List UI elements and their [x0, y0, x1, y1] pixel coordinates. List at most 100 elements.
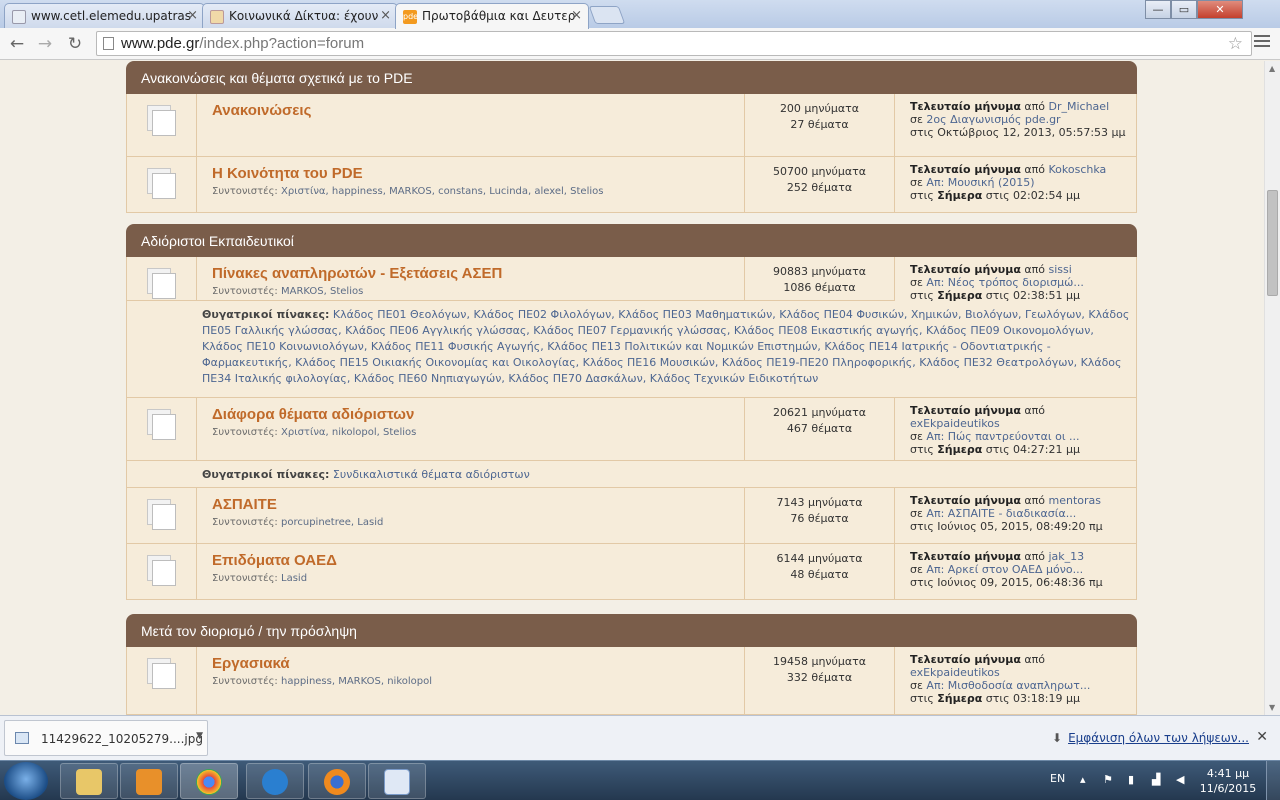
board-title-cell: Εργασιακά Συντονιστές: happiness, MARKOS…: [197, 647, 744, 687]
tab-social-networks[interactable]: Κοινωνικά Δίκτυα: έχουν ×: [202, 3, 398, 28]
board-link[interactable]: Διάφορα θέματα αδιόριστων: [212, 406, 744, 423]
last-post-topic[interactable]: 2ος Διαγωνισμός pde.gr: [926, 113, 1060, 126]
board-title-cell: Διάφορα θέματα αδιόριστων Συντονιστές: Χ…: [197, 398, 744, 438]
child-boards: Θυγατρικοί πίνακες: Κλάδος ΠΕ01 Θεολόγων…: [126, 301, 1137, 398]
child-board-links[interactable]: Κλάδος ΠΕ01 Θεολόγων, Κλάδος ΠΕ02 Φιλολό…: [202, 308, 1129, 385]
board-title-cell: Επιδόματα ΟΑΕΔ Συντονιστές: Lasid: [197, 544, 744, 584]
category-after-appointment: Μετά τον διορισμό / την πρόσληψη Εργασια…: [126, 614, 1137, 715]
show-all-downloads-link[interactable]: ⬇ Εμφάνιση όλων των λήψεων...: [1052, 731, 1249, 745]
tab-cetl[interactable]: www.cetl.elemedu.upatras ×: [4, 3, 205, 28]
in-label: σε: [910, 430, 923, 443]
last-post-topic[interactable]: Απ: Πώς παντρεύονται οι ...: [926, 430, 1079, 443]
at-label: στις: [910, 189, 934, 202]
battery-icon[interactable]: ▮: [1128, 773, 1140, 786]
scroll-down-icon[interactable]: ▼: [1269, 703, 1275, 712]
in-label: σε: [910, 563, 923, 576]
board-link[interactable]: ΑΣΠΑΙΤΕ: [212, 496, 744, 513]
signal-icon[interactable]: ▟: [1152, 773, 1164, 786]
scroll-up-icon[interactable]: ▲: [1269, 64, 1275, 73]
moderator-names[interactable]: MARKOS, Stelios: [281, 286, 363, 297]
last-post-user[interactable]: mentoras: [1049, 494, 1102, 507]
dropdown-arrow-icon[interactable]: ▼: [196, 731, 203, 741]
page-icon: [12, 10, 26, 24]
board-stats: 19458 μηνύματα 332 θέματα: [744, 647, 895, 714]
scrollbar-thumb[interactable]: [1267, 190, 1278, 296]
taskbar-word[interactable]: [368, 763, 426, 799]
last-post-user[interactable]: exEkpaideutikos: [910, 417, 1000, 430]
moderator-names[interactable]: Χριστίνα, nikolopol, Stelios: [281, 427, 416, 438]
topic-count: 252 θέματα: [786, 181, 853, 194]
forward-button[interactable]: →: [34, 33, 56, 55]
moderator-names[interactable]: Χριστίνα, happiness, MARKOS, constans, L…: [281, 186, 603, 197]
category-header: Μετά τον διορισμό / την πρόσληψη: [126, 614, 1137, 647]
taskbar-chrome[interactable]: [180, 763, 238, 799]
close-window-button[interactable]: ✕: [1197, 0, 1243, 19]
last-post-label: Τελευταίο μήνυμα: [910, 404, 1021, 417]
in-label: σε: [910, 507, 923, 520]
reload-button[interactable]: ↻: [64, 33, 86, 55]
in-label: σε: [910, 176, 923, 189]
bookmark-star-icon[interactable]: ☆: [1228, 34, 1243, 54]
back-button[interactable]: ←: [6, 33, 28, 55]
volume-icon[interactable]: ◀: [1176, 773, 1188, 786]
download-item[interactable]: 11429622_10205279....jpg ▼: [4, 720, 208, 756]
windows-taskbar: EN ▴ ⚑ ▮ ▟ ◀ 4:41 μμ 11/6/2015: [0, 760, 1280, 800]
board-title-cell: ΑΣΠΑΙΤΕ Συντονιστές: porcupinetree, Lasi…: [197, 488, 744, 528]
board-stats: 90883 μηνύματα 1086 θέματα: [744, 257, 895, 300]
taskbar-explorer[interactable]: [60, 763, 118, 799]
close-tab-icon[interactable]: ×: [187, 8, 198, 23]
last-post-user[interactable]: sissi: [1049, 263, 1072, 276]
moderator-names[interactable]: Lasid: [281, 573, 307, 584]
browser-menu-icon[interactable]: [1254, 35, 1270, 51]
last-post-user[interactable]: exEkpaideutikos: [910, 666, 1000, 679]
board-row: Ανακοινώσεις 200 μηνύματα 27 θέματα Τελε…: [126, 94, 1137, 157]
board-title-cell: Πίνακες αναπληρωτών - Εξετάσεις ΑΣΕΠ Συν…: [197, 257, 744, 297]
moderators: Συντονιστές: Lasid: [212, 573, 744, 584]
start-button[interactable]: [4, 762, 48, 800]
media-player-icon: [136, 769, 162, 795]
system-clock[interactable]: 4:41 μμ 11/6/2015: [1196, 766, 1260, 796]
language-indicator[interactable]: EN: [1050, 772, 1065, 785]
last-post-topic[interactable]: Απ: Μισθοδοσία αναπληρωτ...: [926, 679, 1090, 692]
in-label: σε: [910, 113, 923, 126]
board-link[interactable]: Εργασιακά: [212, 655, 744, 672]
last-post-topic[interactable]: Απ: Νέος τρόπος διορισμώ...: [926, 276, 1083, 289]
taskbar-media-player[interactable]: [120, 763, 178, 799]
board-title-cell: Ανακοινώσεις: [197, 94, 744, 119]
moderator-names[interactable]: happiness, MARKOS, nikolopol: [281, 676, 432, 687]
chevron-up-icon[interactable]: ▴: [1080, 773, 1092, 786]
show-desktop-button[interactable]: [1266, 761, 1280, 800]
flag-icon[interactable]: ⚑: [1103, 773, 1115, 786]
board-row: Διάφορα θέματα αδιόριστων Συντονιστές: Χ…: [126, 398, 1137, 461]
board-link[interactable]: Επιδόματα ΟΑΕΔ: [212, 552, 744, 569]
last-post-label: Τελευταίο μήνυμα: [910, 263, 1021, 276]
maximize-button[interactable]: ▭: [1171, 0, 1197, 19]
last-post: Τελευταίο μήνυμα από Dr_Michael σε 2ος Δ…: [895, 94, 1136, 139]
last-post-user[interactable]: Kokoschka: [1049, 163, 1107, 176]
taskbar-app[interactable]: [246, 763, 304, 799]
minimize-button[interactable]: —: [1145, 0, 1171, 19]
board-read-icon: [147, 409, 177, 440]
close-tab-icon[interactable]: ×: [380, 8, 391, 23]
new-tab-button[interactable]: [588, 6, 626, 24]
today-label: Σήμερα: [937, 189, 983, 202]
address-bar[interactable]: www.pde.gr/index.php?action=forum ☆: [96, 31, 1252, 56]
last-post-topic[interactable]: Απ: Μουσική (2015): [926, 176, 1034, 189]
child-board-links[interactable]: Συνδικαλιστικά θέματα αδιόριστων: [333, 468, 530, 481]
moderator-names[interactable]: porcupinetree, Lasid: [281, 517, 383, 528]
board-icon-cell: [127, 398, 197, 460]
topic-count: 1086 θέματα: [783, 281, 856, 294]
vertical-scrollbar[interactable]: ▲ ▼: [1264, 61, 1280, 715]
last-post-user[interactable]: Dr_Michael: [1049, 100, 1110, 113]
last-post-topic[interactable]: Απ: ΑΣΠΑΙΤΕ - διαδικασία...: [926, 507, 1076, 520]
close-download-bar-icon[interactable]: ✕: [1256, 729, 1268, 745]
category-unappointed-teachers: Αδιόριστοι Εκπαιδευτικοί Πίνακες αναπληρ…: [126, 224, 1137, 600]
board-link[interactable]: Πίνακες αναπληρωτών - Εξετάσεις ΑΣΕΠ: [212, 265, 744, 282]
board-link[interactable]: Η Κοινότητα του PDE: [212, 165, 744, 182]
last-post-topic[interactable]: Απ: Αρκεί στον ΟΑΕΔ μόνο...: [926, 563, 1083, 576]
last-post-user[interactable]: jak_13: [1049, 550, 1085, 563]
board-link[interactable]: Ανακοινώσεις: [212, 102, 744, 119]
close-tab-icon[interactable]: ×: [571, 8, 582, 23]
taskbar-firefox[interactable]: [308, 763, 366, 799]
tab-pde[interactable]: pde Πρωτοβάθμια και Δευτερ ×: [395, 3, 589, 29]
